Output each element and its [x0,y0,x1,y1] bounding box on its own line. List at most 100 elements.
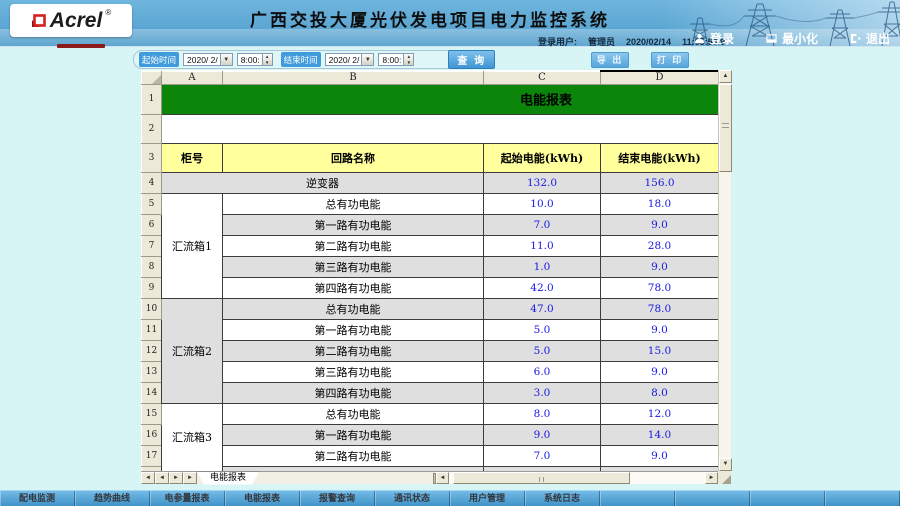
end-time-spinner[interactable]: 8:00: ▲ ▼ [378,53,414,66]
query-button[interactable]: 查 询 [448,50,495,69]
cell-circuit-name[interactable]: 第三路有功电能 [223,361,484,382]
start-time-spin-buttons[interactable]: ▲ ▼ [262,54,272,65]
vertical-scrollbar[interactable]: ▲ ▼ [718,70,731,471]
cell-end-energy[interactable]: 156.0 [601,172,719,193]
spin-down-icon[interactable]: ▼ [404,60,413,66]
cell-end-energy[interactable]: 15.0 [601,340,719,361]
cell-circuit-name[interactable]: 第二路有功电能 [223,445,484,466]
cell-start-energy[interactable]: 3.0 [484,382,601,403]
cell-circuit-name[interactable]: 总有功电能 [223,403,484,424]
export-button[interactable]: 导 出 [591,52,629,68]
cell-circuit-name[interactable]: 第三路有功电能 [223,256,484,277]
col-header-A[interactable]: A [162,71,223,84]
bottom-nav-item-7[interactable]: 系统日志 [525,491,600,506]
spin-down-icon[interactable]: ▼ [263,60,272,66]
prev-sheet-icon[interactable]: ◄ [155,472,169,484]
row-header-2[interactable]: 2 [142,114,162,143]
cell-end-energy[interactable]: 78.0 [601,277,719,298]
cell-cabinet-group[interactable]: 汇流箱3 [162,403,223,471]
row-header-16[interactable]: 16 [142,424,162,445]
cell-start-energy[interactable]: 5.0 [484,319,601,340]
row-header-13[interactable]: 13 [142,361,162,382]
bottom-nav-item-1[interactable]: 趋势曲线 [75,491,150,506]
first-sheet-icon[interactable]: ◄ [141,472,155,484]
row-header-8[interactable]: 8 [142,256,162,277]
cell-cabinet-group[interactable]: 汇流箱1 [162,193,223,298]
minimize-button[interactable]: 最小化 [766,30,818,47]
scroll-left-icon[interactable]: ◄ [436,472,449,484]
row-header-6[interactable]: 6 [142,214,162,235]
cell-end-energy[interactable]: 14.0 [601,424,719,445]
cell-start-energy[interactable]: 42.0 [484,277,601,298]
col-header-B[interactable]: B [223,71,484,84]
row-header-7[interactable]: 7 [142,235,162,256]
end-time-spin-buttons[interactable]: ▲ ▼ [403,54,413,65]
end-date-picker[interactable]: 2020/ 2/ ▼ [325,53,375,66]
next-sheet-icon[interactable]: ► [169,472,183,484]
cell-start-energy[interactable]: 8.0 [484,403,601,424]
vertical-scroll-thumb[interactable] [719,84,732,172]
cell-cabinet-group[interactable]: 汇流箱2 [162,298,223,403]
row-header-5[interactable]: 5 [142,193,162,214]
cell-start-energy[interactable]: 9.0 [484,424,601,445]
cell-end-energy[interactable]: 12.0 [601,403,719,424]
cell-circuit-name[interactable]: 第四路有功电能 [223,277,484,298]
bottom-nav-empty-9[interactable] [675,491,750,506]
start-time-spinner[interactable]: 8:00: ▲ ▼ [237,53,273,66]
cell-circuit-name[interactable]: 总有功电能 [223,193,484,214]
bottom-nav-item-2[interactable]: 电参量报表 [150,491,225,506]
col-header-C[interactable]: C [484,71,601,84]
cell-start-energy[interactable]: 11.0 [484,235,601,256]
bottom-nav-empty-10[interactable] [750,491,825,506]
sheet-tab-energy-report[interactable]: 电能报表 [197,472,259,485]
row-header-15[interactable]: 15 [142,403,162,424]
bottom-nav-item-6[interactable]: 用户管理 [450,491,525,506]
row-header-11[interactable]: 11 [142,319,162,340]
bottom-nav-item-5[interactable]: 通讯状态 [375,491,450,506]
cell-start-energy[interactable]: 10.0 [484,193,601,214]
cell-end-energy[interactable]: 9.0 [601,256,719,277]
cell-start-energy[interactable]: 1.0 [484,256,601,277]
row-header-1[interactable]: 1 [142,84,162,114]
cell-end-energy[interactable]: 9.0 [601,214,719,235]
last-sheet-icon[interactable]: ► [183,472,197,484]
row-header-4[interactable]: 4 [142,172,162,193]
sheet-resize-corner[interactable] [718,471,731,484]
bottom-nav-empty-8[interactable] [600,491,675,506]
select-all-corner[interactable] [142,71,162,84]
cell-end-energy[interactable]: 18.0 [601,193,719,214]
cell-start-energy[interactable]: 132.0 [484,172,601,193]
cell-start-energy[interactable]: 6.0 [484,361,601,382]
cell-circuit-name[interactable]: 总有功电能 [223,298,484,319]
empty-row-cell[interactable] [162,114,719,143]
scroll-right-icon[interactable]: ► [705,472,718,484]
exit-button[interactable]: 退出 [850,30,890,47]
login-button[interactable]: 登录 [694,30,734,47]
start-date-dropdown-icon[interactable]: ▼ [220,54,232,65]
cell-circuit-name[interactable]: 第四路有功电能 [223,382,484,403]
print-button[interactable]: 打 印 [651,52,689,68]
cell-end-energy[interactable]: 9.0 [601,445,719,466]
report-title-cell[interactable]: 电能报表 [162,84,719,114]
bottom-nav-item-3[interactable]: 电能报表 [225,491,300,506]
scroll-down-icon[interactable]: ▼ [719,458,732,471]
cell-end-energy[interactable]: 9.0 [601,319,719,340]
cell-circuit-name[interactable]: 第一路有功电能 [223,214,484,235]
cell-start-energy[interactable]: 47.0 [484,298,601,319]
cell-end-energy[interactable]: 28.0 [601,235,719,256]
row-header-3[interactable]: 3 [142,143,162,172]
row-header-9[interactable]: 9 [142,277,162,298]
col-header-D[interactable]: D [601,71,719,84]
row-header-12[interactable]: 12 [142,340,162,361]
cell-circuit-name[interactable]: 第二路有功电能 [223,235,484,256]
cell-end-energy[interactable]: 8.0 [601,382,719,403]
cell-circuit-name[interactable]: 第一路有功电能 [223,424,484,445]
row-header-10[interactable]: 10 [142,298,162,319]
horizontal-scroll-thumb[interactable] [453,472,630,484]
bottom-nav-item-4[interactable]: 报警查询 [300,491,375,506]
row-header-14[interactable]: 14 [142,382,162,403]
row-header-17[interactable]: 17 [142,445,162,466]
bottom-nav-empty-11[interactable] [825,491,900,506]
cell-circuit-name[interactable]: 第一路有功电能 [223,319,484,340]
bottom-nav-item-0[interactable]: 配电监测 [0,491,75,506]
